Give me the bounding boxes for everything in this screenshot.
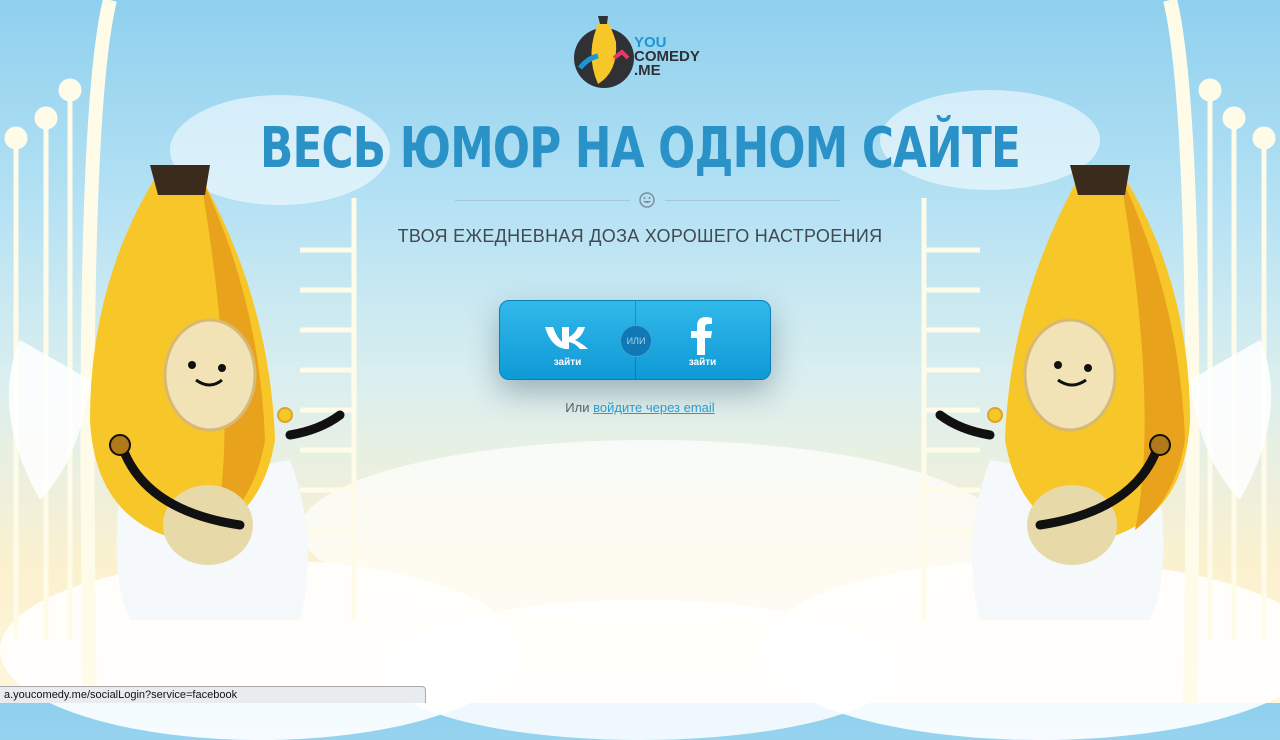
facebook-login-label: зайти xyxy=(688,357,717,368)
divider-left xyxy=(455,200,630,201)
facebook-icon xyxy=(691,317,712,355)
banana-logo-icon xyxy=(574,16,634,88)
browser-status-bar: a.youcomedy.me/socialLogin?service=faceb… xyxy=(0,686,426,703)
email-login-link[interactable]: войдите через email xyxy=(593,400,715,415)
main-headline: ВЕСЬ ЮМОР НА ОДНОМ САЙТЕ xyxy=(259,116,1021,181)
email-login-row: Или войдите через email xyxy=(0,400,1280,415)
logo-wordmark: YOU COMEDY .ME xyxy=(634,35,700,79)
divider-right xyxy=(665,200,840,201)
vk-login-button[interactable]: зайти xyxy=(500,301,635,379)
smiley-icon xyxy=(639,192,655,208)
email-login-prefix: Или xyxy=(565,400,590,415)
social-login-panel: зайти ИЛИ зайти xyxy=(499,300,771,380)
vk-login-label: зайти xyxy=(553,357,582,368)
background-cloud xyxy=(380,600,900,740)
facebook-login-button[interactable]: зайти xyxy=(635,301,770,379)
vk-icon xyxy=(545,327,588,349)
youcomedy-logo[interactable]: YOU COMEDY .ME xyxy=(574,12,714,90)
tagline: ТВОЯ ЕЖЕДНЕВНАЯ ДОЗА ХОРОШЕГО НАСТРОЕНИЯ xyxy=(397,226,883,246)
logo-word-me: .ME xyxy=(634,62,661,79)
